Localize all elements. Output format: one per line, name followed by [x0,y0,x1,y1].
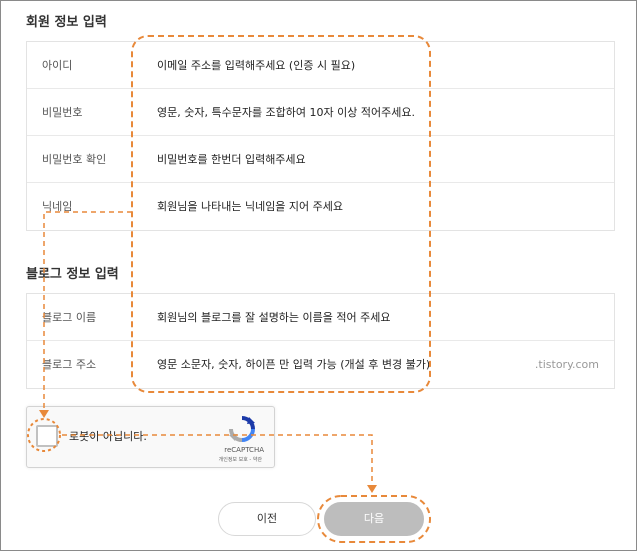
blog-address-label: 블로그 주소 [42,358,97,371]
next-button[interactable]: 다음 [324,502,424,536]
password-confirm-row[interactable]: 비밀번호 확인 비밀번호를 한번더 입력해주세요 [27,136,614,183]
blog-name-row[interactable]: 블로그 이름 회원님의 블로그를 잘 설명하는 이름을 적어 주세요 [27,294,614,341]
recaptcha-logo-icon [229,416,255,442]
blog-section-title: 블로그 정보 입력 [26,267,119,282]
recaptcha-widget: 로봇이 아닙니다. reCAPTCHA 개인정보 보호 - 약관 [26,406,275,468]
password-input[interactable]: 영문, 숫자, 특수문자를 조합하여 10자 이상 적어주세요. [157,89,415,136]
prev-button[interactable]: 이전 [218,502,316,536]
blog-form: 블로그 이름 회원님의 블로그를 잘 설명하는 이름을 적어 주세요 블로그 주… [26,293,615,389]
member-section-title: 회원 정보 입력 [26,15,107,30]
blog-address-input[interactable]: 영문 소문자, 숫자, 하이픈 만 입력 가능 (개설 후 변경 불가) [157,341,430,388]
nickname-input[interactable]: 회원님을 나타내는 닉네임을 지어 주세요 [157,183,343,230]
recaptcha-links[interactable]: 개인정보 보호 - 약관 [219,456,262,463]
password-confirm-input[interactable]: 비밀번호를 한번더 입력해주세요 [157,136,306,183]
password-confirm-label: 비밀번호 확인 [42,153,107,166]
password-row[interactable]: 비밀번호 영문, 숫자, 특수문자를 조합하여 10자 이상 적어주세요. [27,89,614,136]
blog-name-label: 블로그 이름 [42,311,97,324]
id-input[interactable]: 이메일 주소를 입력해주세요 (인증 시 필요) [157,42,355,89]
recaptcha-label: 로봇이 아닙니다. [69,430,147,443]
recaptcha-brand: reCAPTCHA [224,446,264,454]
id-row[interactable]: 아이디 이메일 주소를 입력해주세요 (인증 시 필요) [27,42,614,89]
blog-address-row[interactable]: 블로그 주소 영문 소문자, 숫자, 하이픈 만 입력 가능 (개설 후 변경 … [27,341,614,388]
id-label: 아이디 [42,59,73,72]
recaptcha-checkbox[interactable] [36,425,58,447]
blog-domain-suffix: .tistory.com [534,358,599,371]
member-form: 아이디 이메일 주소를 입력해주세요 (인증 시 필요) 비밀번호 영문, 숫자… [26,41,615,231]
nickname-row[interactable]: 닉네임 회원님을 나타내는 닉네임을 지어 주세요 [27,183,614,230]
blog-name-input[interactable]: 회원님의 블로그를 잘 설명하는 이름을 적어 주세요 [157,294,391,341]
password-label: 비밀번호 [42,106,83,119]
nickname-label: 닉네임 [42,200,73,213]
